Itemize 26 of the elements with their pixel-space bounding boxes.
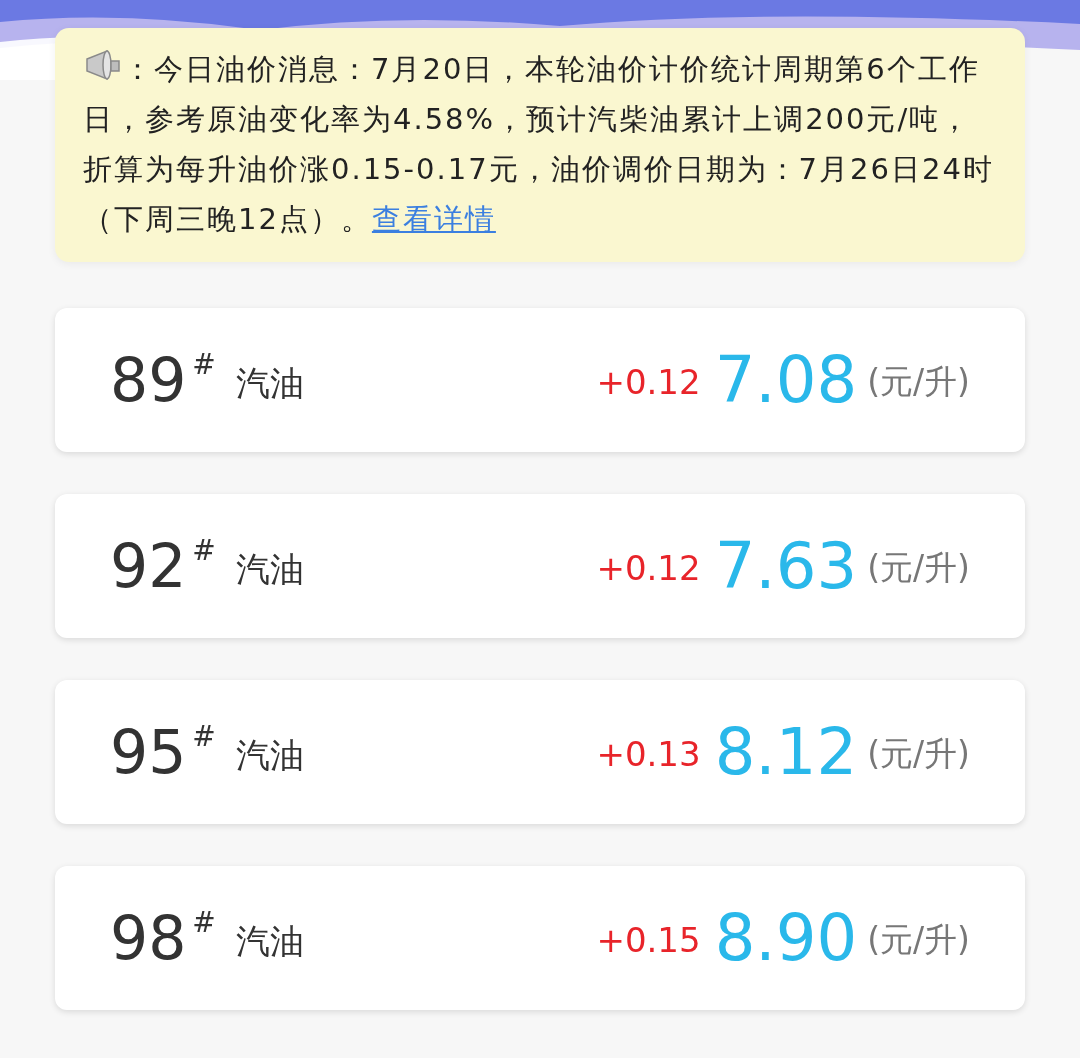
- price-change: +0.12: [596, 546, 701, 590]
- fuel-price: 8.90: [714, 906, 858, 970]
- fuel-grade: 98: [110, 908, 187, 968]
- price-change: +0.15: [596, 918, 701, 962]
- price-unit: (元/升): [867, 733, 970, 776]
- fuel-price: 7.08: [714, 348, 858, 412]
- price-unit: (元/升): [867, 361, 970, 404]
- fuel-name: 汽油: [235, 547, 304, 591]
- price-change: +0.13: [596, 732, 701, 776]
- fuel-grade: 92: [110, 536, 187, 596]
- grade-mark: #: [192, 905, 216, 941]
- fuel-grade: 89: [110, 350, 187, 410]
- notice-text: ：今日油价消息：7月20日，本轮油价计价统计周期第6个工作日，参考原油变化率为4.58%，预计汽柴油累计上调200元/吨，折算为每升油价涨0.15-0.17元，油价调价日期为：7月26日24时（下周三晚12点）。查看详情: [83, 44, 997, 244]
- fuel-price: 7.63: [714, 534, 858, 598]
- fuel-name: 汽油: [235, 919, 304, 963]
- fuel-name: 汽油: [235, 733, 304, 777]
- details-link[interactable]: 查看详情: [371, 202, 496, 236]
- fuel-grade: 95: [110, 722, 187, 782]
- grade-mark: #: [192, 533, 216, 569]
- grade-mark: #: [192, 347, 216, 383]
- price-unit: (元/升): [867, 547, 970, 590]
- price-change: +0.12: [596, 360, 701, 404]
- price-unit: (元/升): [867, 919, 970, 962]
- fuel-price: 8.12: [714, 720, 858, 784]
- grade-mark: #: [192, 719, 216, 755]
- fuel-name: 汽油: [235, 361, 304, 405]
